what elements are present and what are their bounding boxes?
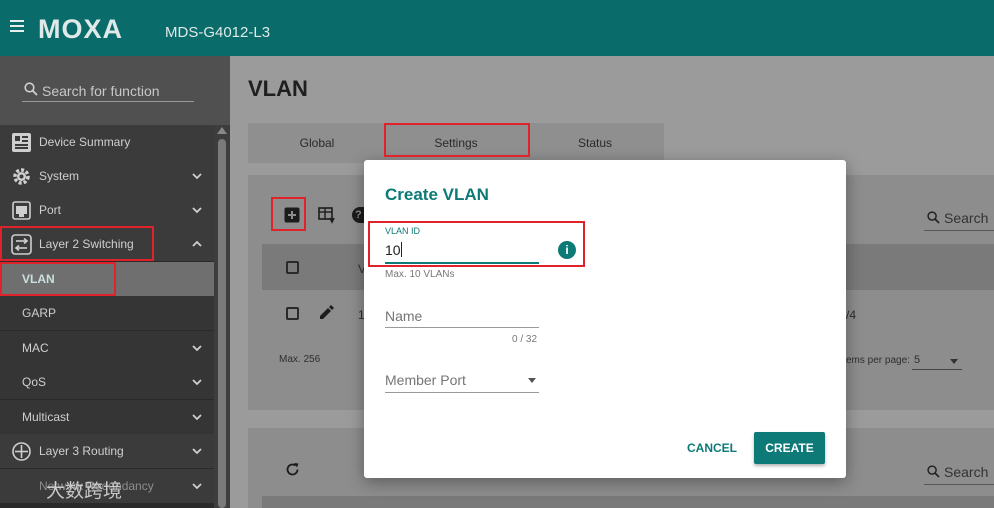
- highlight-settings-tab: [384, 123, 530, 157]
- sidebar-item-device-summary[interactable]: Device Summary: [0, 125, 214, 159]
- chevron-down-icon[interactable]: [192, 412, 202, 422]
- highlight-layer2-switching: [0, 226, 154, 261]
- create-vlan-dialog: Create VLAN VLAN ID 10 i Max. 10 VLANs N…: [364, 160, 846, 478]
- sidebar-item-label: GARP: [22, 306, 57, 320]
- sidebar-item-label: Multicast: [22, 410, 70, 424]
- sidebar-item-port[interactable]: Port: [0, 193, 214, 227]
- vlan-id-hint: Max. 10 VLANs: [385, 269, 455, 280]
- page-title: VLAN: [248, 76, 308, 101]
- search-input-placeholder[interactable]: Search for function: [42, 83, 160, 99]
- name-char-counter: 0 / 32: [512, 334, 538, 345]
- sidebar-item-mac[interactable]: MAC: [0, 331, 214, 365]
- search-icon: [927, 211, 940, 224]
- items-per-page-select[interactable]: 5: [914, 354, 920, 366]
- sidebar-item-label: Port: [39, 203, 62, 217]
- chevron-down-icon[interactable]: [950, 359, 958, 364]
- scroll-thumb[interactable]: [218, 139, 226, 508]
- search-icon: [927, 465, 940, 478]
- search-icon: [24, 82, 38, 96]
- sidebar-item-system[interactable]: System: [0, 159, 214, 193]
- chevron-down-icon[interactable]: [528, 378, 536, 383]
- sidebar-item-label: Layer 3 Routing: [39, 444, 124, 458]
- sidebar-item-qos[interactable]: QoS: [0, 365, 214, 399]
- function-search[interactable]: Search for function: [0, 56, 230, 125]
- edit-icon[interactable]: [318, 305, 334, 321]
- chevron-down-icon[interactable]: [192, 171, 202, 181]
- tab-status[interactable]: Status: [526, 123, 664, 163]
- sidebar-item-label: MAC: [22, 341, 49, 355]
- dialog-title: Create VLAN: [385, 185, 489, 204]
- gear-icon: [13, 167, 30, 185]
- sidebar-item-garp[interactable]: GARP: [0, 296, 214, 330]
- name-input[interactable]: Name: [385, 308, 422, 324]
- table-search-input[interactable]: Search: [944, 210, 988, 226]
- highlight-vlan-id-field: [368, 221, 585, 267]
- sidebar-scrollbar[interactable]: [214, 125, 230, 508]
- scroll-up-icon[interactable]: [217, 127, 227, 134]
- highlight-add-button: [271, 197, 306, 231]
- device-summary-icon: [12, 132, 31, 152]
- sidebar-item-multicast[interactable]: Multicast: [0, 400, 214, 434]
- chevron-down-icon[interactable]: [192, 343, 202, 353]
- chevron-down-icon[interactable]: [192, 481, 202, 491]
- watermark-text: 大数跨境: [46, 480, 123, 502]
- chevron-up-icon[interactable]: [192, 239, 202, 249]
- refresh-icon[interactable]: [285, 462, 300, 477]
- routing-icon: [12, 441, 31, 461]
- sidebar-item-layer3-routing[interactable]: Layer 3 Routing: [0, 434, 214, 468]
- chevron-down-icon[interactable]: [192, 446, 202, 456]
- brand-logo: MOXA: [38, 14, 123, 44]
- status-table-header: [262, 496, 994, 508]
- tab-global[interactable]: Global: [248, 123, 386, 163]
- row-member-port: /4: [846, 308, 857, 322]
- top-header: MOXA MDS-G4012-L3: [0, 0, 994, 56]
- device-model: MDS-G4012-L3: [165, 24, 271, 41]
- menu-icon[interactable]: [10, 20, 24, 32]
- create-button[interactable]: CREATE: [754, 432, 825, 464]
- chevron-down-icon[interactable]: [192, 377, 202, 387]
- ethernet-port-icon: [12, 200, 31, 220]
- max-vlan-text: Max. 256: [279, 354, 321, 365]
- sidebar-item-label: QoS: [22, 375, 47, 389]
- status-search-input[interactable]: Search: [944, 464, 988, 480]
- cancel-button[interactable]: CANCEL: [676, 432, 748, 464]
- highlight-vlan-item: [0, 262, 116, 296]
- row-checkbox[interactable]: [286, 307, 299, 320]
- sidebar-item-label: System: [39, 169, 80, 183]
- member-port-select[interactable]: Member Port: [385, 372, 466, 388]
- table-edit-icon[interactable]: [318, 207, 336, 224]
- chevron-down-icon[interactable]: [192, 205, 202, 215]
- sidebar-item-label: Device Summary: [39, 135, 131, 149]
- items-per-page-label: ems per page:: [846, 355, 910, 366]
- select-all-checkbox[interactable]: [286, 261, 299, 274]
